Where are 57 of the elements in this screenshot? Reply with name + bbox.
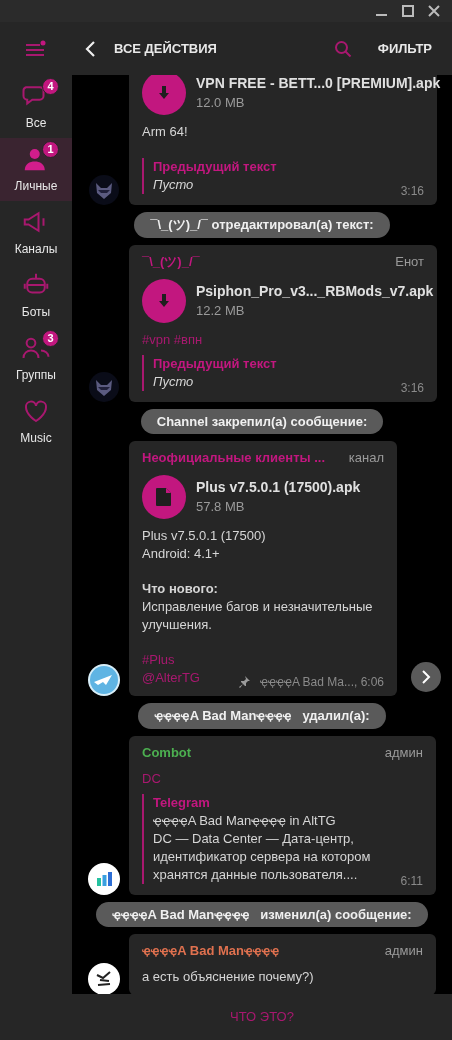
quote-title: Telegram bbox=[153, 793, 211, 812]
message-text: а есть объяснение почему?) bbox=[142, 968, 315, 986]
file-name: Psiphon_Pro_v3..._RBMods_v7.apk bbox=[196, 281, 434, 300]
folder-tab[interactable]: 1 Личные bbox=[0, 138, 72, 201]
author-tag: админ bbox=[384, 743, 423, 762]
message-time: 3:16 bbox=[400, 379, 424, 397]
raccoon-avatar bbox=[89, 175, 119, 205]
quote-text: Пусто bbox=[153, 372, 194, 391]
download-button[interactable] bbox=[142, 278, 186, 323]
file-size: 57.8 MB bbox=[196, 498, 246, 516]
message-time: 6:11 bbox=[400, 872, 423, 890]
filter-button[interactable]: ФИЛЬТР bbox=[377, 38, 432, 59]
author-tag: Енот bbox=[395, 252, 424, 271]
unread-badge: 1 bbox=[42, 141, 59, 158]
unread-badge: 4 bbox=[42, 78, 59, 95]
quote-title: Предыдущий текст bbox=[153, 354, 278, 373]
page-title: ВСЕ ДЕЙСТВИЯ bbox=[114, 39, 217, 58]
author-name: ҿҿҿҿA Bad Manҿҿҿҿ bbox=[142, 942, 280, 960]
message-signature: ҿҿҿҿA Bad Ma..., 6:06 bbox=[259, 674, 384, 691]
maximize-icon[interactable] bbox=[402, 5, 414, 17]
bar-chart-avatar bbox=[88, 862, 120, 895]
folder-tab[interactable]: 4 Все bbox=[0, 75, 72, 138]
folder-tab[interactable]: Боты bbox=[0, 264, 72, 327]
message-text: Arm 64! bbox=[142, 123, 189, 141]
quote-title: Предыдущий текст bbox=[153, 158, 278, 176]
forward-button[interactable] bbox=[411, 662, 441, 692]
author-tag: канал bbox=[348, 449, 384, 467]
folder-tab[interactable]: 3 Группы bbox=[0, 327, 72, 390]
quote-text: ҿҿҿҿA Bad Manҿҿҿҿ in AltTG bbox=[153, 811, 336, 830]
message-text: Plus v7.5.0.1 (17500) Android: 4.1+ bbox=[142, 527, 267, 563]
file-size: 12.0 MB bbox=[196, 94, 246, 112]
service-message: ҿҿҿҿA Bad Manҿҿҿҿ удалил(а): bbox=[138, 703, 386, 729]
author-name: Combot bbox=[142, 743, 192, 762]
service-message: ҿҿҿҿA Bad Manҿҿҿҿ изменил(а) сообщение: bbox=[96, 901, 428, 927]
file-size: 12.2 MB bbox=[196, 301, 246, 320]
back-icon[interactable] bbox=[84, 40, 98, 57]
quote-text: Пусто bbox=[153, 176, 194, 194]
menu-icon[interactable] bbox=[25, 39, 47, 58]
quote-text: DC — Data Center — Дата-центр, идентификатор сервера на котором хранятся данные пользователя.... bbox=[153, 829, 372, 884]
raccoon-avatar bbox=[89, 371, 119, 402]
document-icon bbox=[142, 475, 186, 519]
author-tag: админ bbox=[384, 942, 423, 960]
file-name: Plus v7.5.0.1 (17500).apk bbox=[196, 478, 361, 496]
close-icon[interactable] bbox=[428, 5, 440, 17]
folder-tab[interactable]: Каналы bbox=[0, 201, 72, 264]
message-time: 3:16 bbox=[400, 183, 424, 200]
service-message: Channel закрепил(а) сообщение: bbox=[140, 408, 384, 434]
download-button[interactable] bbox=[142, 75, 186, 115]
folder-tab[interactable]: Music bbox=[0, 390, 72, 453]
service-message: ¯\_(ツ)_/¯ отредактировал(а) текст: bbox=[134, 212, 390, 238]
file-name: VPN FREE - BETT...0 [PREMIUM].apk bbox=[196, 75, 441, 92]
author-name: Неофициальные клиенты ... bbox=[142, 449, 326, 467]
message-text: Что нового: Исправление багов и незначительные улучшения. bbox=[142, 580, 374, 634]
plane-avatar bbox=[88, 664, 120, 696]
unread-badge: 3 bbox=[42, 330, 59, 347]
chevron-right-icon bbox=[420, 670, 432, 684]
author-name: ¯\_(ツ)_/¯ bbox=[142, 252, 200, 271]
